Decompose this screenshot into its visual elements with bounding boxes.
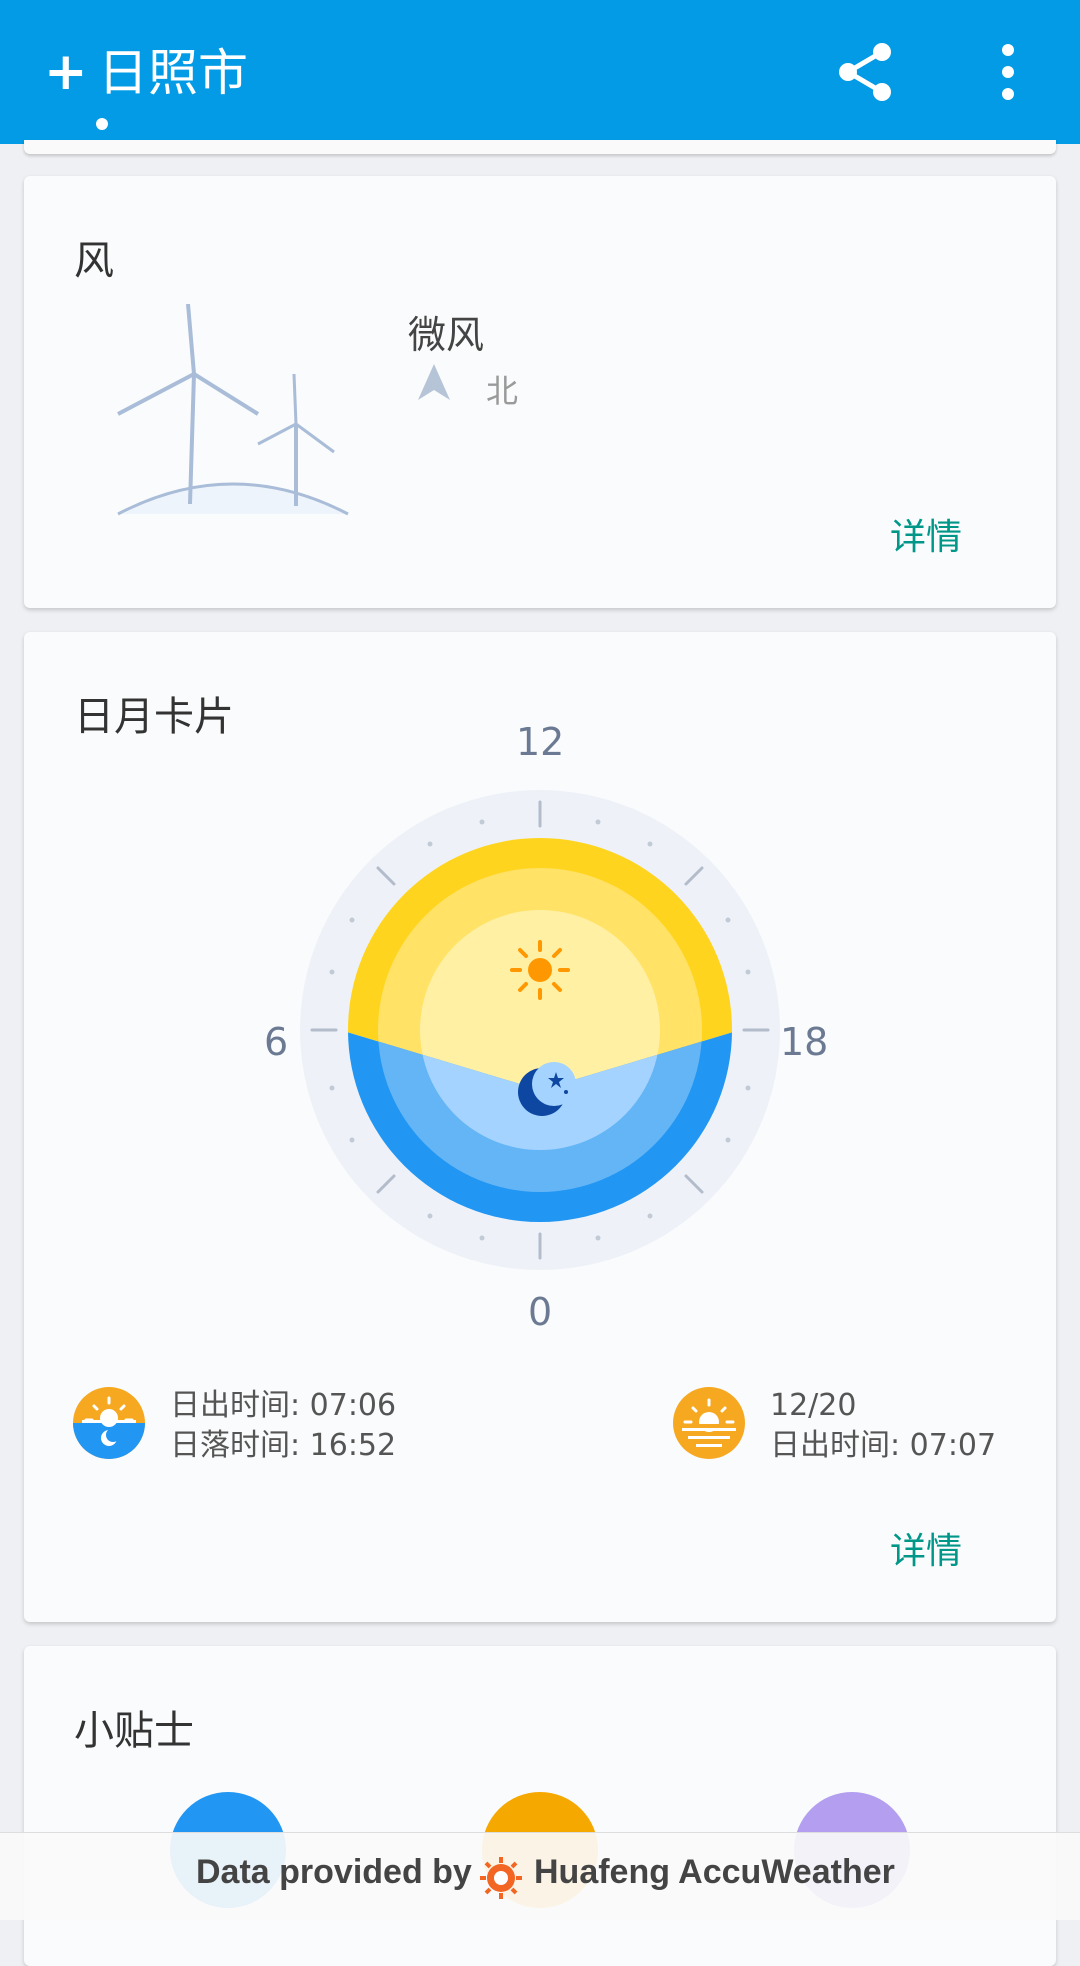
tips-card-title: 小贴士 — [74, 1708, 194, 1754]
app-header: + 日照市 — [0, 0, 1080, 144]
sun-moon-dial — [300, 790, 780, 1270]
sun-moon-card: 日月卡片 12 6 18 0 日出时间: 07:06 日落时间: 16:52 1… — [24, 632, 1056, 1622]
city-title[interactable]: 日照市 — [98, 38, 248, 108]
footer-text: Data provided by — [196, 1853, 472, 1891]
data-provider-footer: Data provided by Huafeng AccuWeather — [0, 1832, 1080, 1920]
today-sunrise: 日出时间: 07:06 — [170, 1388, 397, 1423]
dial-label-right: 18 — [780, 1020, 829, 1064]
wind-turbine-icon — [117, 304, 349, 516]
footer-brand: Huafeng AccuWeather — [534, 1853, 895, 1891]
sun-icon — [510, 940, 570, 1000]
today-sunset: 日落时间: 16:52 — [170, 1428, 397, 1463]
accuweather-logo-icon — [480, 1857, 522, 1899]
wind-card-title: 风 — [74, 238, 114, 284]
share-icon[interactable] — [834, 40, 898, 104]
wind-card: 风 微风 北 详情 — [24, 176, 1056, 608]
wind-detail-link[interactable]: 详情 — [890, 508, 962, 560]
more-vert-icon[interactable] — [988, 40, 1028, 104]
sun-moon-card-title: 日月卡片 — [74, 694, 234, 740]
sunrise-sunset-icon — [73, 1387, 145, 1459]
page-indicator-dot — [96, 118, 108, 130]
next-date: 12/20 — [770, 1388, 857, 1423]
next-sunrise: 日出时间: 07:07 — [770, 1428, 997, 1463]
wind-direction: 北 — [486, 372, 519, 410]
dial-label-top: 12 — [516, 720, 565, 764]
sunrise-icon — [673, 1387, 745, 1459]
dial-label-bottom: 0 — [528, 1290, 553, 1334]
wind-direction-arrow-icon — [418, 364, 450, 400]
wind-level: 微风 — [408, 313, 485, 357]
add-city-button[interactable]: + — [44, 44, 88, 100]
previous-card-edge — [24, 140, 1056, 154]
dial-label-left: 6 — [264, 1020, 289, 1064]
sun-moon-detail-link[interactable]: 详情 — [890, 1522, 962, 1574]
